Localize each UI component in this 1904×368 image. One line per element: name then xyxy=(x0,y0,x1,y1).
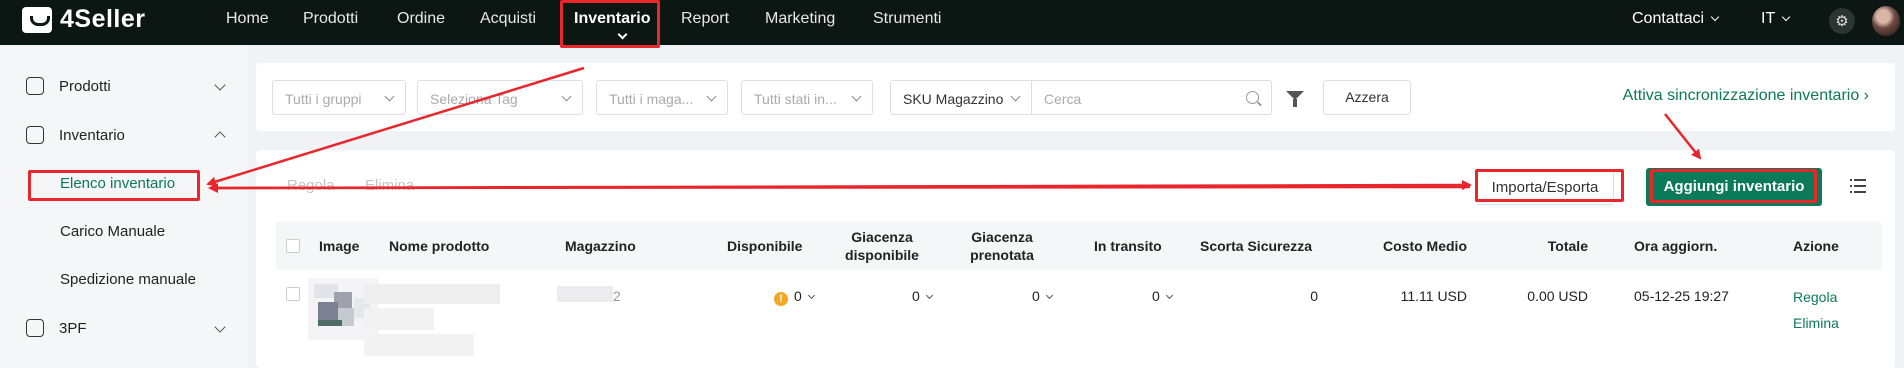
arrow-to-add-inventory xyxy=(1664,113,1702,160)
arrow-to-elenco-2 xyxy=(208,182,1471,193)
annotation-arrows xyxy=(206,66,1702,193)
arrow-to-elenco xyxy=(206,66,585,187)
